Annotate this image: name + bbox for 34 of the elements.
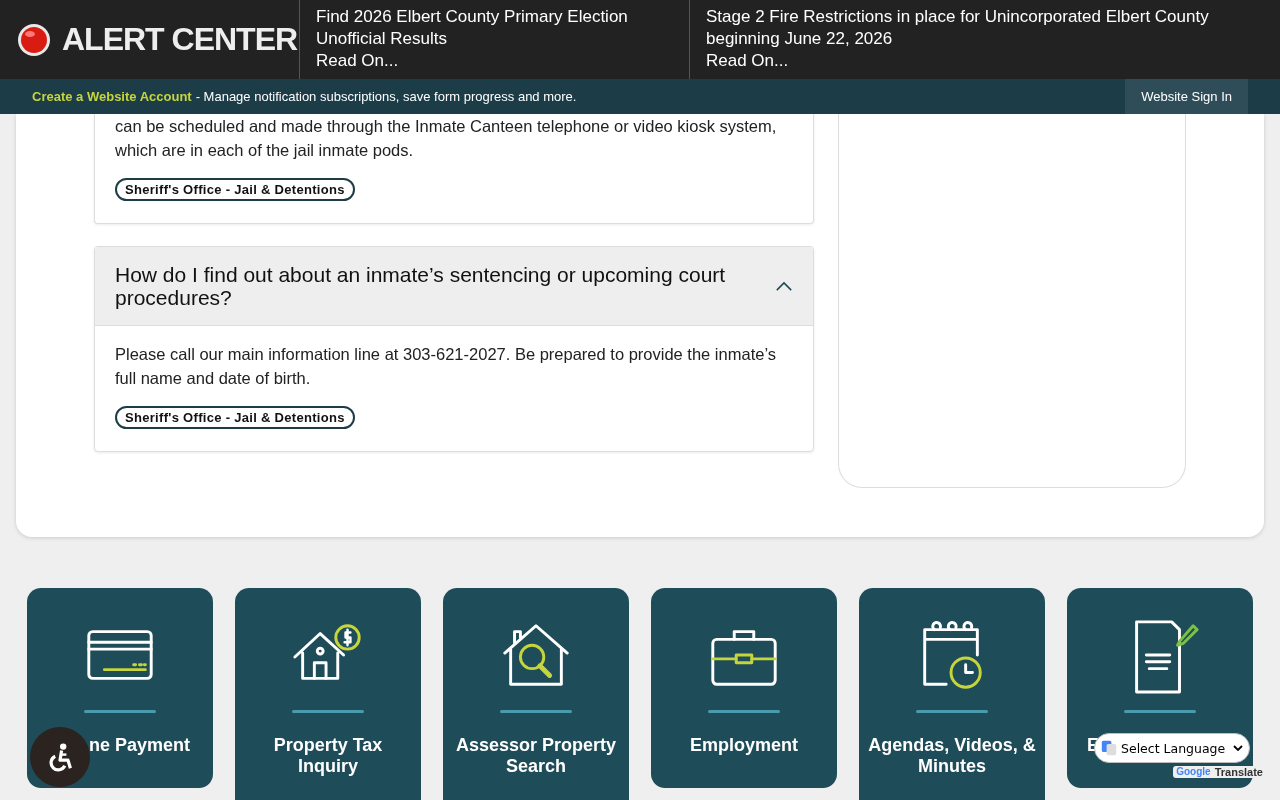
tile-label: Property Tax Inquiry bbox=[272, 735, 384, 777]
tile-divider bbox=[1124, 710, 1196, 713]
tile-label: ne Payment bbox=[88, 735, 190, 756]
alert-headline: Stage 2 Fire Restrictions in place for Unincorporated Elbert County beginning June 22, 2026 bbox=[706, 6, 1210, 50]
quick-link-tile[interactable]: Employment bbox=[651, 588, 837, 788]
read-on-link[interactable]: Read On... bbox=[706, 50, 1264, 72]
create-account-link[interactable]: Create a Website Account bbox=[32, 89, 192, 104]
tile-divider bbox=[292, 710, 364, 713]
faq-question: How do I find out about an inmate’s sentencing or upcoming court procedures? bbox=[115, 263, 727, 309]
alert-light-icon bbox=[16, 21, 52, 58]
tile-divider bbox=[916, 710, 988, 713]
faq-question-header[interactable]: How do I find out about an inmate’s sentencing or upcoming court procedures? bbox=[95, 247, 813, 326]
quick-link-tile[interactable]: ne Payment bbox=[27, 588, 213, 788]
read-on-link[interactable]: Read On... bbox=[316, 50, 673, 72]
tile-divider bbox=[708, 710, 780, 713]
quick-link-tile[interactable]: Property Tax Inquiry bbox=[235, 588, 421, 800]
caret-icon bbox=[1233, 745, 1243, 751]
category-tag[interactable]: Sheriff's Office - Jail & Detentions bbox=[115, 178, 355, 201]
translate-icon bbox=[1101, 740, 1117, 756]
tile-label: Employment bbox=[690, 735, 798, 756]
faq-answer: can be scheduled and made through the Inmate Canteen telephone or video kiosk system, which are in each of the jail inmate pods. bbox=[115, 116, 778, 161]
sign-in-button[interactable]: Website Sign In bbox=[1125, 79, 1248, 114]
category-tag[interactable]: Sheriff's Office - Jail & Detentions bbox=[115, 406, 355, 429]
tile-divider bbox=[84, 710, 156, 713]
google-wordmark: Google bbox=[1176, 766, 1211, 778]
account-bar-text: - Manage notification subscriptions, save form progress and more. bbox=[195, 89, 577, 104]
tile-label: Assessor Property Search bbox=[454, 735, 618, 777]
quick-link-tile[interactable]: Agendas, Videos, & Minutes bbox=[859, 588, 1045, 800]
quick-link-tile[interactable]: Assessor Property Search bbox=[443, 588, 629, 800]
alert-headline: Find 2026 Elbert County Primary Election Unofficial Results bbox=[316, 6, 629, 50]
alert-center-title: ALERT CENTER bbox=[62, 21, 298, 58]
tile-label: Agendas, Videos, & Minutes bbox=[867, 735, 1037, 777]
faq-answer: Please call our main information line at 303-621-2027. Be prepared to provide the inmate’s full name and date of birth. bbox=[115, 344, 777, 389]
tile-divider bbox=[500, 710, 572, 713]
